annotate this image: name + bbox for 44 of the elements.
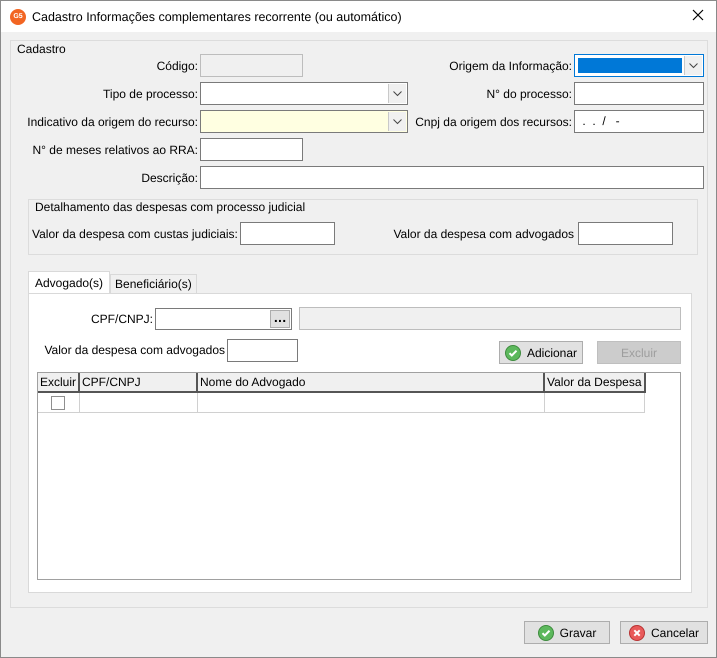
button[interactable]: Adicionar (499, 341, 583, 364)
button[interactable]: Gravar (524, 621, 610, 644)
field-label: Valor da despesa com advogados (43, 343, 225, 357)
column-header[interactable]: Valor da Despesa (544, 373, 645, 392)
window-title: Cadastro Informações complementares recorrente (ou automático) (32, 10, 403, 24)
browse-button[interactable]: ... (270, 310, 290, 328)
chevron-down-icon (393, 90, 402, 96)
input-field[interactable]: . . / - (574, 110, 704, 133)
x-circle-icon (628, 624, 645, 640)
tab[interactable]: Beneficiário(s) (110, 274, 197, 293)
checkbox[interactable] (51, 396, 66, 410)
column-header[interactable]: Nome do Advogado (197, 373, 544, 392)
check-circle-icon (504, 344, 521, 360)
field-label: N° do processo: (486, 86, 572, 100)
input-field[interactable] (200, 138, 303, 161)
dropdown[interactable] (574, 54, 704, 77)
field-label: Indicativo da origem do recurso: (27, 114, 198, 128)
input-field[interactable] (227, 338, 298, 362)
group-title: Cadastro (17, 43, 66, 56)
chevron-down-icon (689, 62, 698, 68)
input-field[interactable] (578, 222, 673, 245)
close-icon (692, 9, 704, 21)
field-label: Descrição: (141, 170, 198, 184)
field-label: Cnpj da origem dos recursos: (415, 114, 572, 128)
input-field[interactable] (200, 166, 704, 189)
cancelbutton[interactable]: Cancelar (620, 621, 708, 644)
input-field[interactable]: ... (155, 308, 292, 330)
field-label: N° de meses relativos ao RRA: (32, 142, 198, 156)
field-label: Origem da Informação: (449, 58, 572, 72)
input-field[interactable] (240, 222, 335, 245)
field-label: CPF/CNPJ: (90, 312, 153, 326)
check-circle-icon (538, 624, 554, 640)
tab[interactable]: Advogado(s) (28, 271, 110, 293)
group-title: Detalhamento das despesas com processo judicial (35, 201, 306, 214)
column-header[interactable]: Excluir (38, 373, 80, 392)
chevron-down-icon (393, 118, 402, 124)
field-label: Valor da despesa com advogados (393, 226, 574, 240)
dropdown[interactable] (200, 110, 408, 133)
column-header[interactable]: CPF/CNPJ (79, 373, 198, 392)
field-label: Valor da despesa com custas judiciais: (32, 226, 238, 240)
field-label: Tipo de processo: (103, 86, 198, 100)
field-label: Código: (156, 58, 198, 72)
dropdown[interactable] (200, 82, 408, 105)
input-field[interactable] (574, 82, 704, 105)
